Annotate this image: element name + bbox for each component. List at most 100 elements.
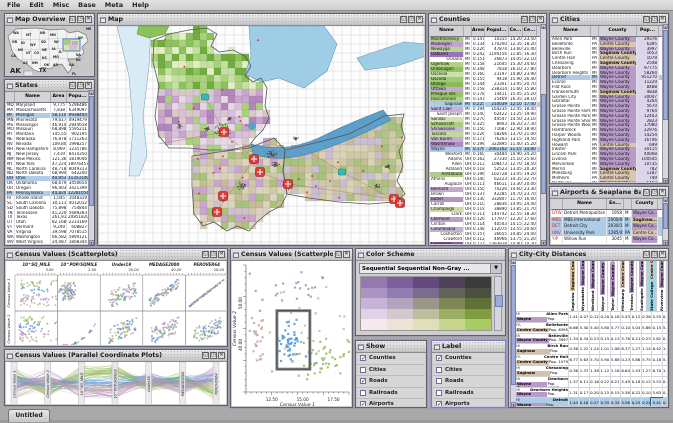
menu-item-meta[interactable]: Meta xyxy=(101,1,127,9)
checkbox[interactable] xyxy=(436,367,442,373)
checkbox-row[interactable]: Cities xyxy=(357,365,425,377)
distance-column-header[interactable]: Westland Wayne County Pop. 86602 xyxy=(588,261,598,311)
distance-cell[interactable]: 5.82 xyxy=(651,334,661,344)
census-scatterplot[interactable]: 12.5015.0017.5050.0040.00Census Value 1C… xyxy=(232,261,351,406)
distance-cell[interactable]: 0.12 xyxy=(641,377,651,387)
checkbox-row[interactable]: ✓Airports xyxy=(357,399,425,406)
maximize-icon[interactable]: ◳ xyxy=(77,16,84,23)
distance-cell[interactable]: 5.50 xyxy=(578,323,588,333)
close-icon[interactable]: ✕ xyxy=(659,16,666,23)
column-header[interactable] xyxy=(551,199,563,209)
restore-icon[interactable]: ◱ xyxy=(69,16,76,23)
distance-cell[interactable]: 0.20 xyxy=(599,312,609,322)
distance-row[interactable]: PABellefonteCentre CountyPop. 63956.665.… xyxy=(516,322,667,333)
distance-cell[interactable]: 0.21 xyxy=(610,377,620,387)
distance-cell[interactable]: 0.20 xyxy=(589,388,599,398)
distance-cell[interactable]: 1.18 xyxy=(610,366,620,376)
distance-cell[interactable]: 5.53 xyxy=(620,312,630,322)
checkbox-row[interactable]: ✓Roads xyxy=(357,376,425,388)
distance-column-header[interactable]: Saginaw Saginaw County Pop. 61799 xyxy=(568,261,578,311)
column-header[interactable]: Area xyxy=(51,92,67,102)
airport-marker[interactable] xyxy=(396,199,405,208)
column-header[interactable] xyxy=(6,92,15,102)
distance-cell[interactable]: 0.23 xyxy=(620,355,630,365)
close-icon[interactable]: ✕ xyxy=(659,251,666,258)
color-scheme-grid[interactable] xyxy=(360,276,492,331)
distance-cell[interactable]: 1.41 xyxy=(568,312,578,322)
distance-cell[interactable]: 5.63 xyxy=(651,388,661,398)
checkbox[interactable]: ✓ xyxy=(436,355,442,361)
distance-cell[interactable]: 0.23 xyxy=(641,334,651,344)
checkbox[interactable]: ✓ xyxy=(360,378,366,384)
restore-icon[interactable]: ◱ xyxy=(643,189,650,196)
airport-marker[interactable] xyxy=(284,180,293,189)
cities-table[interactable]: NameCountyPop...Allen ParkMIWayne County… xyxy=(551,26,667,182)
distance-cell[interactable]: 0.34 xyxy=(610,398,620,406)
color-swatch[interactable] xyxy=(413,319,439,330)
counties-scrollbar[interactable]: ▲▼ xyxy=(540,24,546,245)
table-row[interactable]: CuyahogaOH0.127139397810.9014.30 xyxy=(430,242,545,244)
distance-cell[interactable]: 6.66 xyxy=(568,323,578,333)
distance-cell[interactable]: 5.41 xyxy=(651,398,661,406)
document-tab[interactable]: Untitled xyxy=(8,409,50,422)
show-titlebar[interactable]: Show xyxy=(356,341,426,353)
distance-cell[interactable]: 0.35 xyxy=(599,398,609,406)
table-row[interactable]: WVWest Virginia24,0871808344 xyxy=(6,240,93,244)
close-icon[interactable]: ✕ xyxy=(85,82,92,89)
distance-cell[interactable]: 5.63 xyxy=(578,355,588,365)
scatterplot-titlebar[interactable]: Census Values (Scatterplot) ◱✕ xyxy=(231,249,352,261)
distance-row[interactable]: MIDearborn HeightsWayne CountyPop. 58264… xyxy=(516,387,667,398)
distance-cell[interactable]: 5.53 xyxy=(651,377,661,387)
distance-cell[interactable]: 1.43 xyxy=(630,366,640,376)
distance-cell[interactable]: 1.31 xyxy=(568,388,578,398)
distance-cell[interactable]: 5.04 xyxy=(630,323,640,333)
distance-column-header[interactable]: Riverview Wayne County Pop. 13272 xyxy=(657,261,667,311)
counties-table[interactable]: NameAreaPopul...Ce...Ce...MontmorencyMI0… xyxy=(430,26,545,244)
distance-cell[interactable]: 5.86 xyxy=(630,355,640,365)
column-header[interactable]: Popul... xyxy=(485,26,509,36)
distance-cell[interactable]: 0.10 xyxy=(620,323,630,333)
distance-cell[interactable]: 5.90 xyxy=(599,355,609,365)
distance-cell[interactable]: 0.35 xyxy=(662,312,667,322)
close-icon[interactable]: ✕ xyxy=(659,189,666,196)
color-swatch[interactable] xyxy=(361,277,387,288)
distance-cell[interactable]: 0.36 xyxy=(641,312,651,322)
distance-column-header[interactable]: Trenton Wayne County Pop. 19584 xyxy=(627,261,637,311)
close-icon[interactable]: ✕ xyxy=(85,16,92,23)
color-swatch[interactable] xyxy=(387,309,413,320)
distance-cell[interactable]: 0.10 xyxy=(641,388,651,398)
column-header[interactable]: County xyxy=(599,26,637,36)
distance-cell[interactable]: 0.18 xyxy=(630,377,640,387)
airport-marker[interactable] xyxy=(219,192,228,201)
column-header[interactable]: Ce... xyxy=(523,26,537,36)
color-swatch[interactable] xyxy=(439,277,465,288)
distance-cell[interactable]: 6.64 xyxy=(620,366,630,376)
color-swatch[interactable] xyxy=(387,277,413,288)
selected-airport-marker[interactable] xyxy=(202,94,209,100)
menu-item-file[interactable]: File xyxy=(3,1,24,9)
distance-cell[interactable]: 1.20 xyxy=(662,344,667,354)
distance-cell[interactable]: 5.57 xyxy=(662,323,667,333)
distance-cell[interactable]: 0.17 xyxy=(578,388,588,398)
color-swatch[interactable] xyxy=(465,277,491,288)
maximize-icon[interactable]: ◳ xyxy=(651,16,658,23)
table-row[interactable]: NorthvilleMIWayne County6459 xyxy=(551,181,667,182)
checkbox[interactable] xyxy=(360,367,366,373)
column-header[interactable]: Name xyxy=(430,26,464,36)
distance-cell[interactable]: 6.70 xyxy=(651,366,661,376)
distance-cell[interactable]: 0.11 xyxy=(662,377,667,387)
checkbox-row[interactable]: ✓Counties xyxy=(433,353,504,365)
distance-matrix[interactable]: Saginaw Saginaw County Pop. 61799Wyandot… xyxy=(516,261,667,406)
maximize-icon[interactable]: ◳ xyxy=(77,82,84,89)
close-icon[interactable]: ✕ xyxy=(537,16,544,23)
checkbox[interactable]: ✓ xyxy=(360,401,366,406)
distance-row[interactable]: MIDearbornWayne CountyPop. 977751.370.11… xyxy=(516,376,667,387)
distances-scrollbar[interactable]: ▲▼ xyxy=(510,259,516,407)
distance-cell[interactable]: 0.15 xyxy=(610,388,620,398)
checkbox[interactable] xyxy=(360,390,366,396)
checkbox-row[interactable]: Railroads xyxy=(357,388,425,400)
column-header[interactable]: Pop... xyxy=(637,26,659,36)
color-swatch[interactable] xyxy=(465,288,491,299)
selected-airport-marker[interactable] xyxy=(339,169,346,175)
maximize-icon[interactable]: ◳ xyxy=(210,352,217,359)
